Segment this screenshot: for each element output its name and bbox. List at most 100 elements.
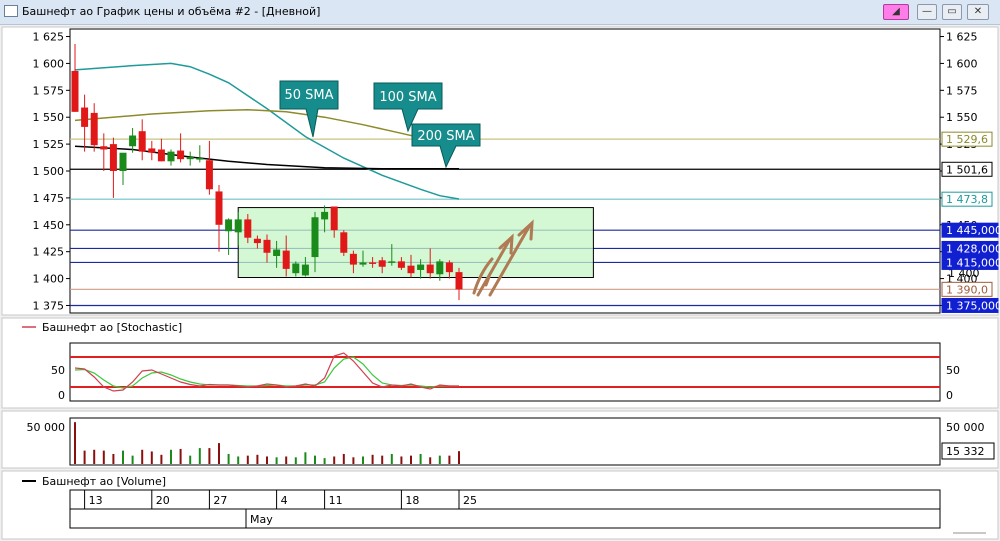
price-tag: 1 428,000: [941, 240, 1000, 256]
volume-bar: [285, 456, 288, 464]
volume-bar: [362, 456, 364, 464]
svg-text:1 445,000: 1 445,000: [946, 224, 1000, 237]
stoch-right-tick-0: 0: [946, 389, 953, 402]
volume-bar: [458, 451, 460, 464]
volume-bar: [410, 455, 412, 464]
date-tick: 25: [463, 494, 477, 507]
volume-bar: [189, 455, 192, 464]
volume-bar: [237, 456, 240, 464]
price-tick-left: 1 475: [33, 192, 65, 205]
volume-bar: [160, 454, 163, 464]
volume-bar: [198, 448, 201, 464]
volume-bar: [170, 449, 172, 464]
stochastic-plot: [69, 342, 941, 402]
stochastic-legend: Башнефт ао [Stochastic]: [42, 321, 182, 334]
volume-bar: [93, 449, 96, 464]
svg-text:1 501,6: 1 501,6: [946, 163, 988, 176]
date-month: May: [250, 513, 273, 526]
volume-bar: [304, 452, 307, 464]
price-tick-left: 1 425: [33, 246, 65, 259]
price-tick-left: 1 375: [33, 299, 65, 312]
svg-text:1 529,6: 1 529,6: [946, 133, 988, 146]
title-bar: Башнефт ао График цены и объёма #2 - [Дн…: [0, 0, 1000, 25]
price-tag: 1 375,000: [941, 297, 1000, 313]
volume-bar: [122, 450, 124, 464]
date-tick: 18: [405, 494, 419, 507]
price-tick-left: 1 450: [33, 219, 65, 232]
svg-text:1 428,000: 1 428,000: [946, 242, 1000, 255]
volume-bar: [333, 456, 336, 464]
minimize-button[interactable]: —: [917, 4, 937, 20]
volume-plot: [69, 417, 941, 466]
volume-bar: [294, 457, 297, 464]
volume-bar: [227, 453, 230, 464]
date-tick: 27: [213, 494, 227, 507]
volume-bar: [438, 455, 441, 464]
close-button[interactable]: ✕: [967, 4, 989, 20]
volume-bar: [381, 455, 384, 464]
volume-bar: [256, 454, 259, 464]
price-tag: 1 529,6: [941, 131, 993, 147]
volume-bar: [400, 456, 403, 464]
volume-bar: [179, 448, 182, 464]
price-tag: 1 415,000: [941, 254, 1000, 270]
volume-bar: [131, 455, 134, 464]
price-tick-left: 1 525: [33, 138, 65, 151]
svg-text:100 SMA: 100 SMA: [379, 90, 436, 105]
volume-tick-left: 50 000: [27, 421, 66, 434]
price-tag: 1 390,0: [941, 281, 993, 297]
price-tick-right: 1 575: [946, 84, 978, 97]
volume-bar: [112, 453, 115, 464]
volume-bar: [266, 456, 268, 464]
price-tick-left: 1 500: [33, 165, 65, 178]
volume-bar: [83, 450, 86, 464]
volume-bar: [371, 454, 374, 464]
svg-text:1 390,0: 1 390,0: [946, 283, 988, 296]
svg-text:200 SMA: 200 SMA: [417, 129, 474, 144]
volume-tick-right: 50 000: [946, 421, 985, 434]
volume-bar: [275, 457, 278, 464]
price-tick-left: 1 550: [33, 111, 65, 124]
price-tick-left: 1 575: [33, 84, 65, 97]
volume-bar: [102, 450, 105, 464]
price-tick-left: 1 600: [33, 57, 65, 70]
price-tick-left: 1 400: [33, 273, 65, 286]
consolidation-box: [237, 207, 594, 278]
volume-bar: [141, 449, 144, 464]
price-plot: 50 SMA 100 SMA 200 SMA: [69, 28, 941, 314]
candle: [340, 230, 348, 256]
stoch-right-tick-50: 50: [946, 364, 960, 377]
volume-bar: [218, 443, 220, 464]
volume-bar: [390, 453, 393, 464]
price-tag: 1 445,000: [941, 222, 1000, 238]
price-tag: 1 473,8: [941, 191, 993, 207]
price-tick-right: 1 600: [946, 57, 978, 70]
svg-text:50 SMA: 50 SMA: [284, 88, 333, 103]
volume-last-value: 15 332: [946, 445, 985, 458]
svg-text:1 415,000: 1 415,000: [946, 256, 1000, 269]
stoch-tick-0: 0: [58, 389, 65, 402]
date-tick: 4: [281, 494, 288, 507]
volume-bar: [314, 455, 316, 464]
volume-bar: [342, 453, 345, 464]
volume-bar: [208, 448, 211, 464]
chart-area[interactable]: 50 SMA 100 SMA 200 SMA 1 625 1 600 1 575 1 …: [0, 25, 1000, 541]
volume-bar: [419, 453, 422, 464]
date-tick: 11: [329, 494, 343, 507]
pin-button[interactable]: ◢: [883, 4, 909, 20]
date-tick: 13: [89, 494, 103, 507]
volume-bar: [74, 422, 76, 464]
volume-bar: [448, 455, 451, 464]
maximize-button[interactable]: ▭: [942, 4, 962, 20]
volume-legend: Башнефт ао [Volume]: [42, 475, 166, 488]
svg-text:1 473,8: 1 473,8: [946, 193, 988, 206]
price-tag: 1 501,6: [941, 161, 993, 177]
app-icon: [4, 5, 18, 17]
volume-bar: [150, 451, 153, 464]
date-axis: 13 20 27 4 11 18 25 May: [69, 489, 941, 529]
price-tick-right: 1 625: [946, 31, 978, 44]
price-tick-right: 1 550: [946, 111, 978, 124]
volume-bar: [323, 458, 326, 464]
svg-text:1 375,000: 1 375,000: [946, 299, 1000, 312]
volume-bar: [352, 457, 355, 464]
